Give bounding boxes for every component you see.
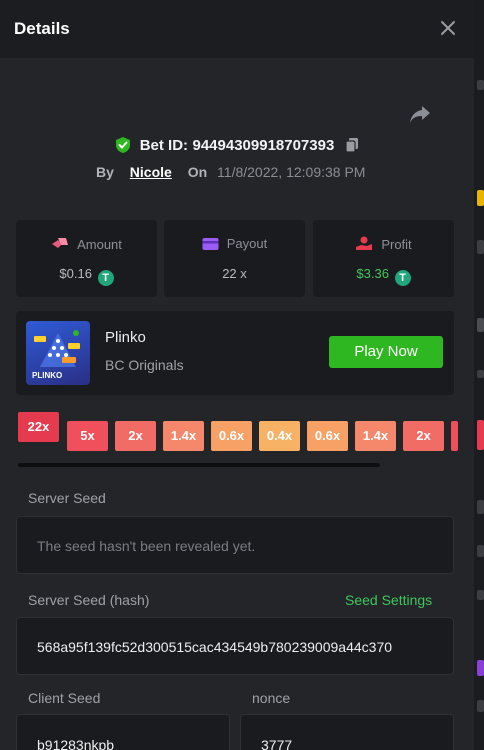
bet-datetime: 11/8/2022, 12:09:38 PM (217, 164, 366, 180)
background-fragment (477, 660, 484, 676)
multiplier-bucket: 0.4x (259, 421, 300, 451)
amount-icon (52, 238, 69, 248)
bet-meta-row: By Nicole On 11/8/2022, 12:09:38 PM (96, 164, 365, 180)
multiplier-bucket-partial (451, 421, 458, 451)
share-icon[interactable] (408, 103, 432, 125)
server-seed-placeholder: The seed hasn't been revealed yet. (37, 538, 256, 554)
background-fragment (477, 590, 484, 600)
background-fragment (477, 370, 484, 378)
background-fragment (477, 700, 484, 712)
amount-value-row: $0.16 T (16, 266, 157, 286)
background-fragment (477, 318, 484, 332)
server-seed-hash-value: 568a95f139fc52d300515cac434549b780239009… (37, 639, 393, 655)
amount-label-row: Amount (16, 236, 157, 252)
payout-value: 22 x (222, 266, 247, 281)
profit-value: $3.36 (356, 266, 389, 281)
nonce-value: 3777 (261, 737, 293, 750)
server-seed-field: The seed hasn't been revealed yet. (16, 516, 454, 574)
background-fragment (477, 420, 484, 450)
profit-value-row: $3.36 T (313, 266, 454, 286)
profit-label: Profit (381, 237, 412, 252)
usdt-coin-icon: T (97, 270, 114, 286)
verified-shield-icon (116, 137, 131, 153)
profit-card: Profit $3.36 T (313, 220, 454, 297)
background-fragment (477, 545, 484, 557)
multiplier-bucket: 0.6x (211, 421, 252, 451)
amount-card: Amount $0.16 T (16, 220, 157, 297)
multiplier-hit: 22x (18, 412, 59, 442)
nonce-label: nonce (252, 690, 291, 706)
play-now-button[interactable]: Play Now (329, 336, 443, 368)
game-provider: BC Originals (105, 357, 184, 373)
close-icon[interactable] (438, 18, 458, 38)
background-fragment (477, 190, 484, 206)
user-link[interactable]: Nicole (130, 164, 172, 180)
thumbnail-label: PLINKO (32, 371, 63, 380)
server-seed-label: Server Seed (28, 490, 106, 506)
payout-label-row: Payout (164, 236, 305, 251)
background-fragment (477, 80, 484, 90)
background-fragment (477, 240, 484, 254)
background-fragment (477, 500, 484, 514)
game-thumbnail[interactable]: PLINKO (26, 321, 90, 385)
profit-hand-icon (356, 236, 373, 250)
wallet-icon (202, 238, 219, 250)
game-name: Plinko (105, 329, 146, 346)
nonce-field[interactable]: 3777 (240, 714, 454, 750)
multiplier-bucket: 1.4x (355, 421, 396, 451)
server-seed-hash-label: Server Seed (hash) (28, 592, 150, 608)
client-seed-field[interactable]: b91283nkpb (16, 714, 230, 750)
payout-card: Payout 22 x (164, 220, 305, 297)
multiplier-bucket: 2x (403, 421, 444, 451)
payout-label: Payout (226, 236, 268, 251)
seed-settings-link[interactable]: Seed Settings (345, 592, 432, 608)
modal-title: Details (14, 19, 70, 38)
multiplier-bucket: 0.6x (307, 421, 348, 451)
amount-value: $0.16 (59, 266, 92, 281)
modal-header: Details (0, 0, 474, 58)
by-label: By (96, 164, 114, 180)
multiplier-scrollbar[interactable] (18, 463, 380, 467)
usdt-coin-icon: T (394, 270, 411, 286)
on-label: On (187, 164, 208, 180)
bet-id-row: Bet ID: 94494309918707393 (0, 136, 474, 154)
copy-icon[interactable] (345, 137, 359, 153)
client-seed-label: Client Seed (28, 690, 101, 706)
game-card: PLINKO Plinko BC Originals Play Now (16, 311, 454, 395)
profit-label-row: Profit (313, 236, 454, 252)
bet-id-label: Bet ID: (139, 136, 189, 154)
client-seed-value: b91283nkpb (37, 737, 115, 750)
multiplier-strip: 22x 5x 2x 1.4x 0.6x 0.4x 0.6x 1.4x 2x (18, 412, 458, 454)
amount-label: Amount (77, 237, 122, 252)
bet-id-value: 94494309918707393 (192, 136, 335, 154)
bet-details-modal: Details Bet ID: 94494309918707393 By Nic… (0, 0, 474, 750)
multiplier-bucket: 5x (67, 421, 108, 451)
background-page-edge (474, 0, 484, 750)
multiplier-bucket: 1.4x (163, 421, 204, 451)
multiplier-bucket: 2x (115, 421, 156, 451)
server-seed-hash-field[interactable]: 568a95f139fc52d300515cac434549b780239009… (16, 617, 454, 675)
